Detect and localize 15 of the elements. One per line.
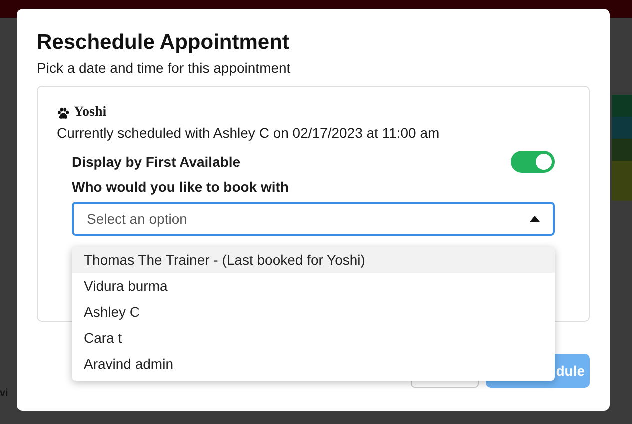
option-item[interactable]: Ashley C <box>72 299 555 325</box>
staff-select[interactable]: Select an option <box>72 202 555 236</box>
dialog-title: Reschedule Appointment <box>37 31 290 55</box>
pet-name: Yoshi <box>74 105 107 121</box>
field-label: Who would you like to book with <box>72 179 290 195</box>
option-item[interactable]: Cara t <box>72 325 555 351</box>
current-schedule-text: Currently scheduled with Ashley C on 02/17/2023 at 11:00 am <box>57 125 441 141</box>
caret-icon <box>530 216 540 222</box>
option-item[interactable]: Thomas The Trainer - (Last booked for Yoshi) <box>72 247 555 273</box>
paw-icon <box>57 106 70 120</box>
dialog-subtitle: Pick a date and time for this appointment <box>37 60 292 76</box>
toggle-label: Display by First Available <box>72 154 241 170</box>
first-available-toggle[interactable] <box>511 151 555 173</box>
option-item[interactable]: Vidura burma <box>72 273 555 299</box>
option-item[interactable]: Aravind admin <box>72 351 555 377</box>
